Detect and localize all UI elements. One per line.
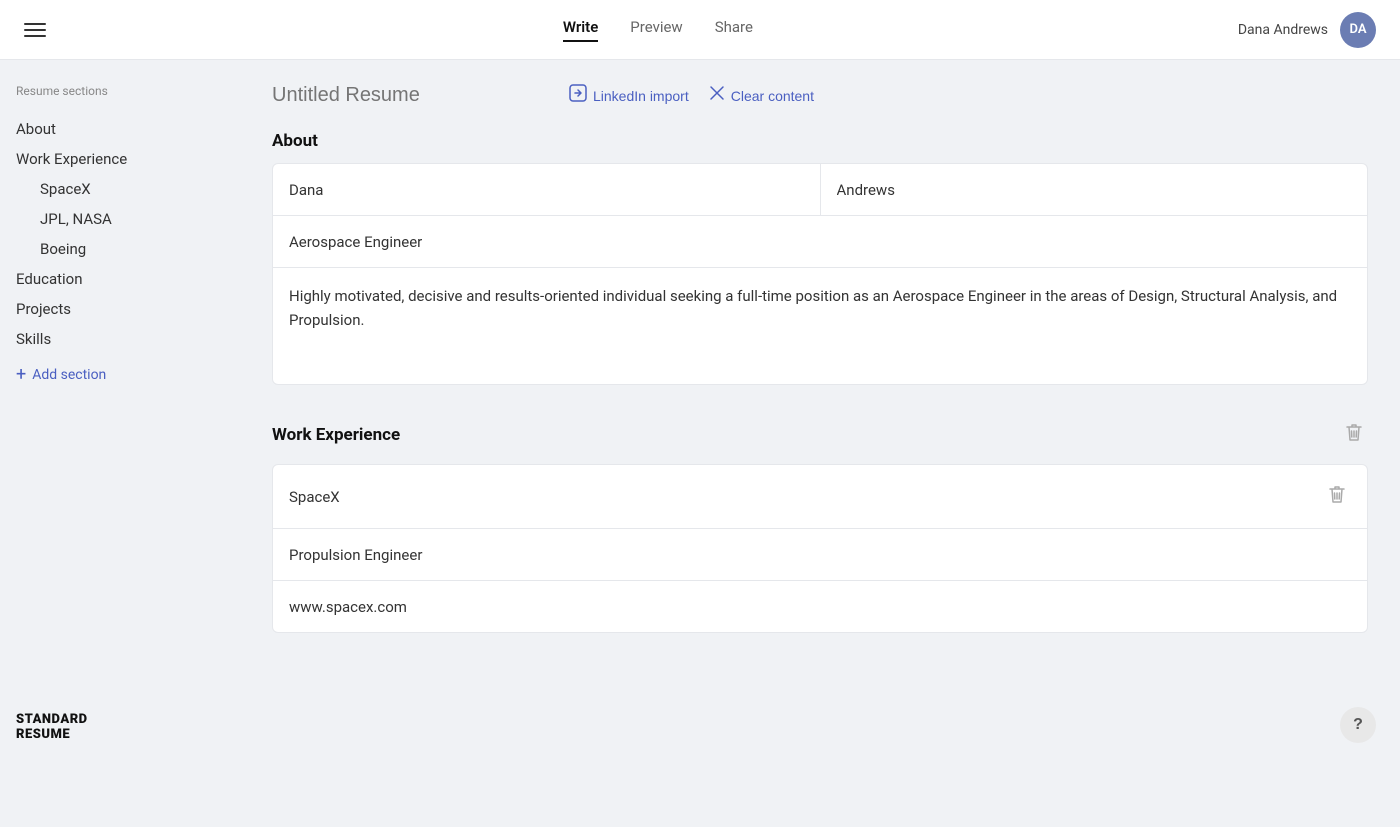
linkedin-import-icon: [569, 84, 587, 107]
tab-share[interactable]: Share: [715, 18, 753, 42]
sidebar-item-skills[interactable]: Skills: [16, 324, 224, 354]
delete-work-experience-button[interactable]: [1340, 417, 1368, 452]
tab-write[interactable]: Write: [563, 18, 598, 42]
sidebar-item-projects[interactable]: Projects: [16, 294, 224, 324]
sidebar-item-about[interactable]: About: [16, 114, 224, 144]
clear-content-button[interactable]: Clear content: [709, 85, 814, 106]
main-layout: Resume sections About Work Experience Sp…: [0, 60, 1400, 767]
content-area: LinkedIn import Clear content About: [240, 60, 1400, 767]
spacex-website-cell: [273, 581, 1367, 632]
sidebar-item-boeing[interactable]: Boeing: [16, 234, 224, 264]
spacex-job-title-row: [273, 529, 1367, 581]
work-experience-title: Work Experience: [272, 425, 400, 445]
sidebar-item-education[interactable]: Education: [16, 264, 224, 294]
user-area: Dana Andrews DA: [1238, 12, 1376, 48]
spacex-job-title-cell: [273, 529, 1367, 580]
work-experience-section: Work Experience SpaceX: [272, 417, 1368, 633]
spacex-card: SpaceX: [272, 464, 1368, 633]
summary-row: Highly motivated, decisive and results-o…: [273, 268, 1367, 384]
sidebar-label: Resume sections: [16, 84, 224, 98]
spacex-website-input[interactable]: [289, 598, 1351, 616]
summary-cell: Highly motivated, decisive and results-o…: [273, 268, 1367, 384]
tab-preview[interactable]: Preview: [630, 18, 682, 42]
spacex-company-name: SpaceX: [289, 488, 340, 506]
sidebar-item-jpl-nasa[interactable]: JPL, NASA: [16, 204, 224, 234]
spacex-website-row: [273, 581, 1367, 632]
trash-icon: [1344, 421, 1364, 443]
brand-logo: STANDARD RESUME: [16, 712, 224, 743]
nav-tabs: Write Preview Share: [78, 18, 1238, 42]
resume-title-input[interactable]: [272, 84, 537, 107]
summary-textarea[interactable]: Highly motivated, decisive and results-o…: [289, 284, 1351, 364]
sidebar-item-work-experience[interactable]: Work Experience: [16, 144, 224, 174]
avatar[interactable]: DA: [1340, 12, 1376, 48]
toolbar: LinkedIn import Clear content: [272, 84, 1368, 107]
user-name: Dana Andrews: [1238, 22, 1328, 38]
about-form-card: Highly motivated, decisive and results-o…: [272, 163, 1368, 385]
toolbar-actions: LinkedIn import Clear content: [569, 84, 814, 107]
about-section-header: About: [272, 131, 1368, 151]
clear-icon: [709, 85, 725, 106]
add-section-button[interactable]: + Add section: [16, 366, 224, 384]
last-name-cell: [821, 164, 1368, 215]
first-name-input[interactable]: [289, 181, 804, 199]
top-nav: Write Preview Share Dana Andrews DA: [0, 0, 1400, 60]
hamburger-menu[interactable]: [24, 23, 46, 37]
about-section: About Highly: [272, 131, 1368, 385]
linkedin-import-button[interactable]: LinkedIn import: [569, 84, 689, 107]
linkedin-import-label: LinkedIn import: [593, 88, 689, 104]
sidebar-item-spacex[interactable]: SpaceX: [16, 174, 224, 204]
work-experience-header: Work Experience: [272, 417, 1368, 452]
about-section-title: About: [272, 131, 318, 151]
spacex-card-header: SpaceX: [273, 465, 1367, 529]
name-row: [273, 164, 1367, 216]
delete-spacex-button[interactable]: [1323, 479, 1351, 514]
job-title-row: [273, 216, 1367, 268]
add-section-label: Add section: [32, 367, 106, 383]
help-button[interactable]: ?: [1340, 707, 1376, 743]
trash-icon-spacex: [1327, 483, 1347, 505]
spacex-job-title-input[interactable]: [289, 546, 1351, 564]
plus-icon: +: [16, 366, 26, 384]
clear-content-label: Clear content: [731, 88, 814, 104]
last-name-input[interactable]: [837, 181, 1352, 199]
job-title-input[interactable]: [289, 233, 1351, 251]
sidebar: Resume sections About Work Experience Sp…: [0, 60, 240, 767]
spacex-card-body: [273, 529, 1367, 632]
job-title-cell: [273, 216, 1367, 267]
first-name-cell: [273, 164, 821, 215]
